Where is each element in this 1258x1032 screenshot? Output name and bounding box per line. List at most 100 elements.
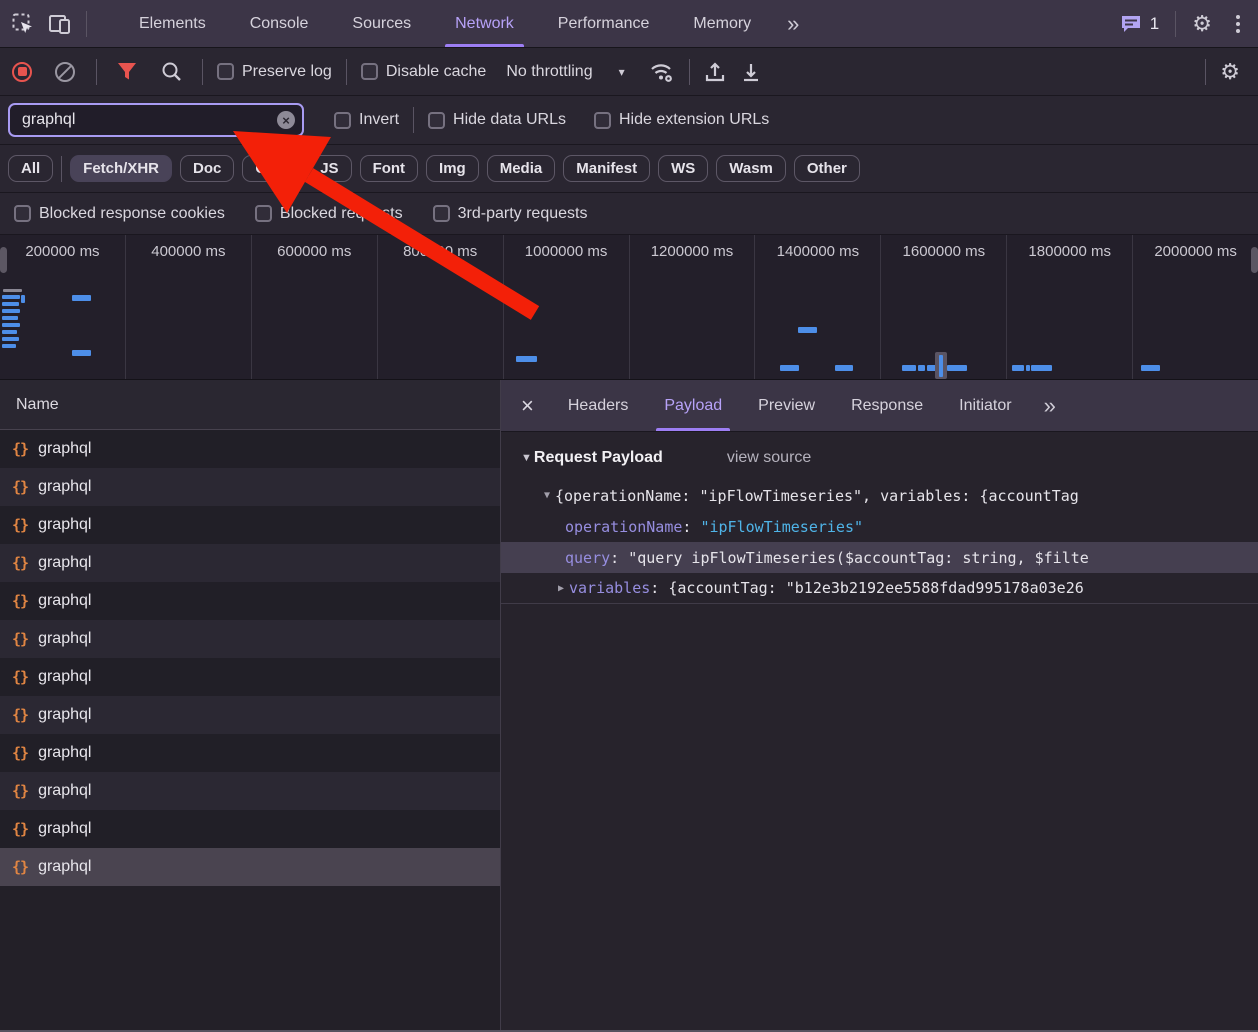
- request-timing-bar: [1251, 247, 1258, 273]
- details-tab[interactable]: Headers: [550, 380, 646, 431]
- type-filter-chip[interactable]: CSS: [242, 155, 299, 182]
- type-filter-chip[interactable]: Manifest: [563, 155, 650, 182]
- panel-tab[interactable]: Memory: [671, 0, 773, 47]
- request-row[interactable]: {} graphql: [0, 810, 500, 848]
- timeline-tick-label: 1400000 ms: [755, 235, 881, 379]
- type-filter-chip[interactable]: Img: [426, 155, 479, 182]
- panel-tab[interactable]: Network: [433, 0, 536, 47]
- devtools-tabbar: ElementsConsoleSourcesNetworkPerformance…: [0, 0, 1258, 48]
- export-har-icon[interactable]: [740, 61, 762, 83]
- filter-input[interactable]: [10, 111, 302, 129]
- more-tabs-icon[interactable]: »: [773, 11, 811, 37]
- type-filter-chip[interactable]: [61, 156, 62, 182]
- request-row[interactable]: {} graphql: [0, 658, 500, 696]
- inspect-element-icon[interactable]: [12, 13, 34, 35]
- request-row[interactable]: {} graphql: [0, 696, 500, 734]
- timeline-tick-label: 1200000 ms: [630, 235, 756, 379]
- request-name: graphql: [38, 820, 91, 838]
- request-name: graphql: [38, 668, 91, 686]
- details-tab[interactable]: Preview: [740, 380, 833, 431]
- request-row[interactable]: {} graphql: [0, 734, 500, 772]
- import-har-icon[interactable]: [704, 61, 726, 83]
- type-filter-chip[interactable]: WS: [658, 155, 708, 182]
- panel-tab[interactable]: Console: [228, 0, 331, 47]
- timeline-columns: 200000 ms400000 ms600000 ms800000 ms1000…: [0, 235, 1258, 379]
- request-name: graphql: [38, 554, 91, 572]
- details-tab[interactable]: Initiator: [941, 380, 1029, 431]
- details-tab[interactable]: Payload: [646, 380, 740, 431]
- panel-tab[interactable]: Sources: [330, 0, 433, 47]
- blocked-filter-checkbox[interactable]: 3rd-party requests: [433, 205, 588, 223]
- filter-toggle-icon[interactable]: [117, 62, 137, 81]
- device-toolbar-icon[interactable]: [48, 13, 72, 35]
- type-filter-chip[interactable]: Fetch/XHR: [70, 155, 172, 182]
- invert-checkbox[interactable]: Invert: [334, 111, 399, 129]
- type-filter-chip[interactable]: Media: [487, 155, 556, 182]
- type-filter-chip[interactable]: Font: [360, 155, 418, 182]
- request-name: graphql: [38, 478, 91, 496]
- disable-cache-checkbox[interactable]: Disable cache: [361, 63, 487, 81]
- request-timing-bar: [2, 337, 19, 341]
- view-source-link[interactable]: view source: [727, 449, 811, 467]
- request-timing-bar: [2, 302, 19, 306]
- payload-query-row[interactable]: query: "query ipFlowTimeseries($accountT…: [501, 542, 1258, 573]
- preserve-log-checkbox[interactable]: Preserve log: [217, 63, 332, 81]
- request-row[interactable]: {} graphql: [0, 506, 500, 544]
- json-request-icon: {}: [12, 592, 28, 610]
- request-timing-bar: [3, 289, 22, 292]
- request-name: graphql: [38, 858, 91, 876]
- details-tab[interactable]: Response: [833, 380, 941, 431]
- main-menu-icon[interactable]: [1228, 15, 1248, 33]
- panel-tab[interactable]: Performance: [536, 0, 672, 47]
- request-timing-bar: [0, 247, 7, 273]
- payload-summary-row[interactable]: ▼ {operationName: "ipFlowTimeseries", va…: [501, 480, 1258, 511]
- request-row[interactable]: {} graphql: [0, 620, 500, 658]
- collapse-triangle-icon[interactable]: ▼: [539, 490, 555, 501]
- request-timing-bar: [1026, 365, 1030, 371]
- request-timing-bar: [939, 355, 943, 377]
- network-settings-gear-icon[interactable]: ⚙: [1220, 61, 1240, 83]
- close-icon[interactable]: ×: [501, 393, 550, 419]
- search-icon[interactable]: [161, 61, 182, 82]
- record-button[interactable]: [12, 62, 32, 82]
- payload-variables-row[interactable]: ▶ variables: {accountTag: "b12e3b2192ee5…: [501, 573, 1258, 604]
- request-row[interactable]: {} graphql: [0, 430, 500, 468]
- checkbox[interactable]: [217, 63, 234, 80]
- divider: [202, 59, 203, 85]
- checkbox[interactable]: [361, 63, 378, 80]
- request-name: graphql: [38, 782, 91, 800]
- network-conditions-icon[interactable]: [649, 61, 675, 83]
- request-row[interactable]: {} graphql: [0, 544, 500, 582]
- request-row[interactable]: {} graphql: [0, 848, 500, 886]
- request-row[interactable]: {} graphql: [0, 772, 500, 810]
- collapse-triangle-icon[interactable]: ▼: [521, 452, 532, 464]
- blocked-filter-checkbox[interactable]: Blocked requests: [255, 205, 403, 223]
- type-filter-chip[interactable]: Other: [794, 155, 860, 182]
- type-filter-chip[interactable]: JS: [307, 155, 351, 182]
- request-timing-bar: [2, 316, 18, 320]
- issues-counter[interactable]: 1: [1120, 14, 1159, 34]
- request-row[interactable]: {} graphql: [0, 468, 500, 506]
- panel-tab[interactable]: Elements: [117, 0, 228, 47]
- divider: [86, 11, 87, 37]
- hide-extension-urls-checkbox[interactable]: Hide extension URLs: [594, 111, 769, 129]
- type-filter-chip[interactable]: Doc: [180, 155, 234, 182]
- payload-operationname-row[interactable]: operationName: "ipFlowTimeseries": [501, 511, 1258, 542]
- type-filter-chip[interactable]: All: [8, 155, 53, 182]
- clear-filter-icon[interactable]: ×: [277, 111, 295, 129]
- request-list: {} graphql {} graphql {} graphql {} grap…: [0, 430, 500, 886]
- type-filter-chip[interactable]: Wasm: [716, 155, 786, 182]
- clear-button[interactable]: [54, 61, 76, 83]
- expand-triangle-icon[interactable]: ▶: [553, 583, 569, 594]
- network-overview-timeline[interactable]: 200000 ms400000 ms600000 ms800000 ms1000…: [0, 235, 1258, 380]
- divider: [1205, 59, 1206, 85]
- name-column-header[interactable]: Name: [0, 380, 500, 430]
- hide-data-urls-checkbox[interactable]: Hide data URLs: [428, 111, 566, 129]
- throttling-select[interactable]: No throttling ▾: [506, 63, 624, 81]
- request-row[interactable]: {} graphql: [0, 582, 500, 620]
- more-details-tabs-icon[interactable]: »: [1030, 393, 1068, 419]
- blocked-filter-checkbox[interactable]: Blocked response cookies: [14, 205, 225, 223]
- settings-gear-icon[interactable]: ⚙: [1192, 13, 1212, 35]
- request-timing-bar: [918, 365, 925, 371]
- json-request-icon: {}: [12, 554, 28, 572]
